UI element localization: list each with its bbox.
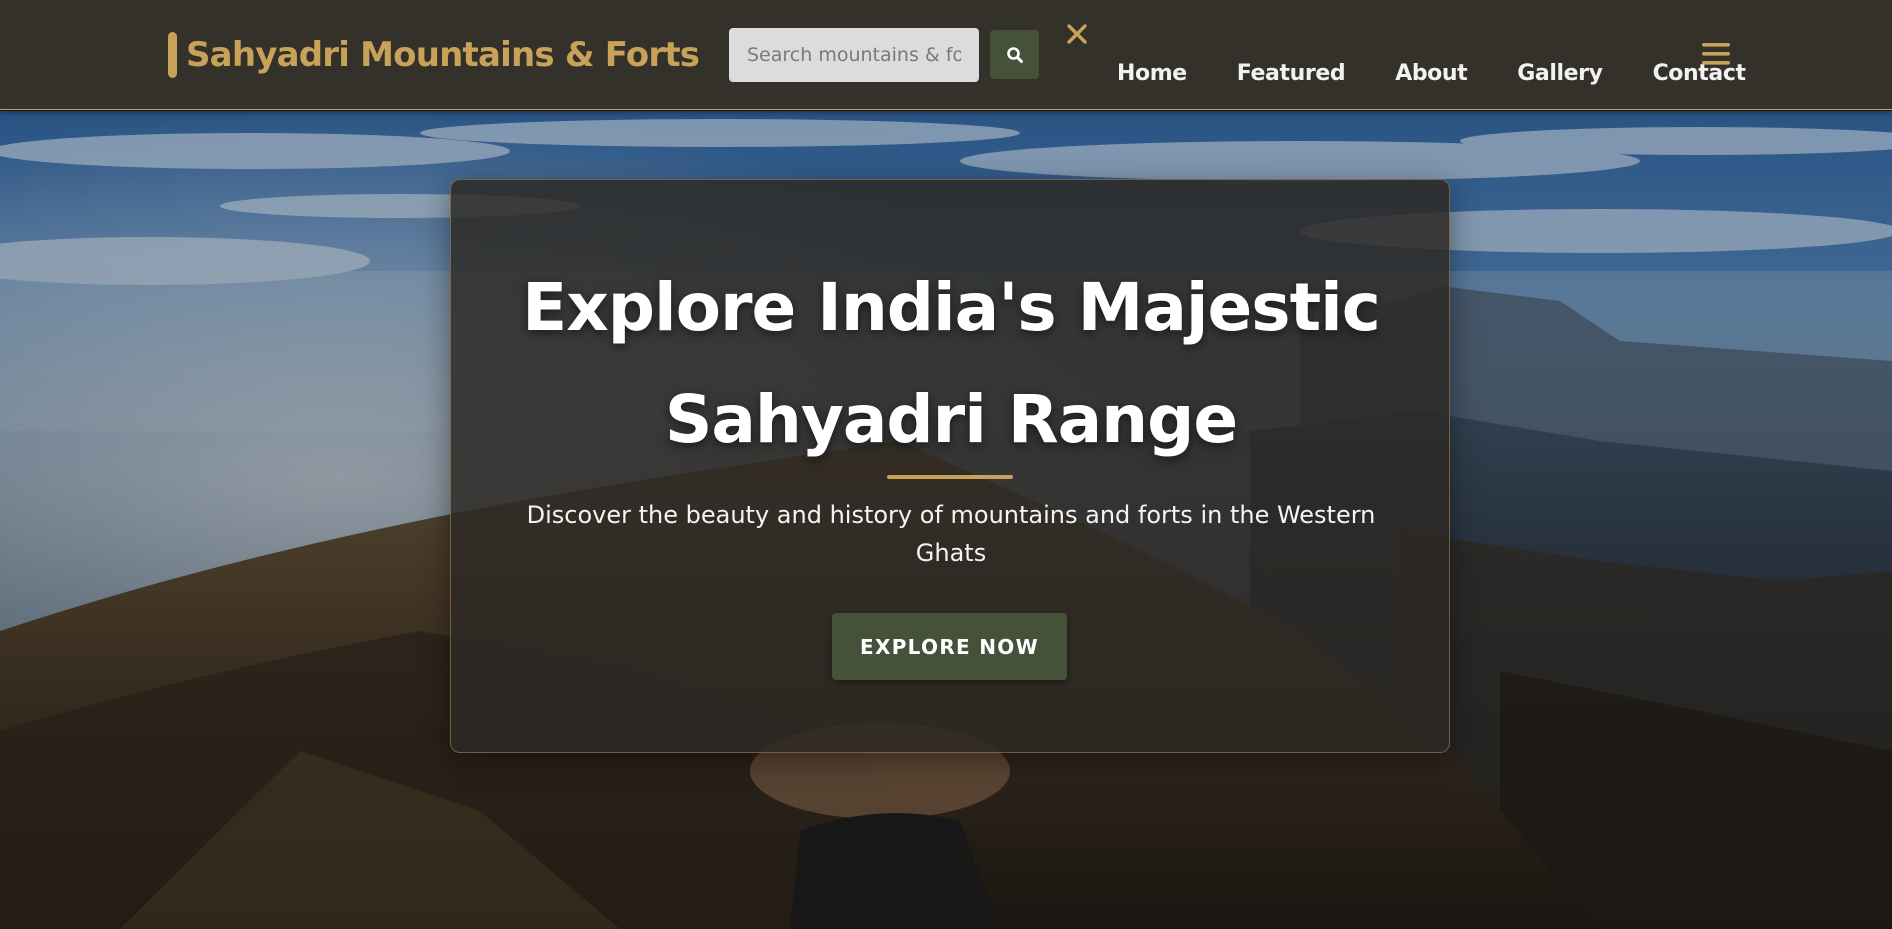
hero-title: Explore India's Majestic Sahyadri Range xyxy=(522,269,1381,458)
main-nav: Home Featured About Gallery Contact xyxy=(1117,56,1746,90)
close-icon[interactable] xyxy=(1063,20,1091,48)
logo-text: Sahyadri Mountains & Forts xyxy=(186,35,700,75)
nav-item-about[interactable]: About xyxy=(1395,61,1467,86)
explore-now-button[interactable]: EXPLORE NOW xyxy=(832,613,1067,680)
site-logo[interactable]: Sahyadri Mountains & Forts xyxy=(168,32,700,78)
hamburger-menu-icon[interactable] xyxy=(1702,41,1730,67)
logo-accent-bar xyxy=(168,32,177,78)
hero-card: Explore India's Majestic Sahyadri Range … xyxy=(450,179,1450,753)
nav-item-featured[interactable]: Featured xyxy=(1237,61,1346,86)
search-input[interactable] xyxy=(729,28,979,82)
nav-item-contact[interactable]: Contact xyxy=(1653,61,1746,86)
nav-item-home[interactable]: Home xyxy=(1117,61,1187,86)
hero-subtitle: Discover the beauty and history of mount… xyxy=(526,501,1376,567)
search-button[interactable] xyxy=(990,30,1039,79)
hero-divider xyxy=(887,475,1013,479)
site-header: Sahyadri Mountains & Forts Home Featured… xyxy=(0,0,1892,110)
hero-section: Explore India's Majestic Sahyadri Range … xyxy=(0,111,1892,929)
search-icon xyxy=(1006,46,1023,63)
nav-item-gallery[interactable]: Gallery xyxy=(1517,61,1603,86)
